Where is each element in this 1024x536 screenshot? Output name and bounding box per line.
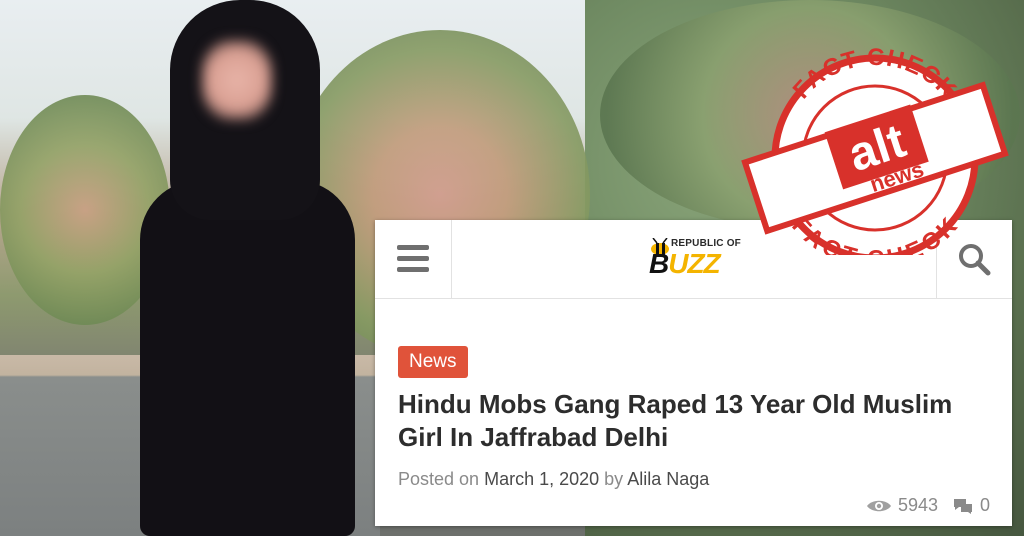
article-author[interactable]: Alila Naga <box>627 469 709 489</box>
hamburger-menu-icon <box>397 245 429 250</box>
view-count: 5943 <box>897 495 938 515</box>
comment-icon[interactable] <box>952 497 974 515</box>
robe <box>140 180 355 536</box>
hamburger-menu-icon <box>397 256 429 261</box>
hamburger-menu-icon <box>397 267 429 272</box>
by-prefix: by <box>604 469 624 489</box>
logo-wordmark: BUZZ <box>649 248 721 279</box>
fact-check-stamp: FACT-CHECK FACT-CHECK alt news <box>741 44 1009 255</box>
article-title[interactable]: Hindu Mobs Gang Raped 13 Year Old Muslim… <box>398 388 958 454</box>
comment-count[interactable]: 0 <box>980 495 990 516</box>
eye-icon <box>866 500 891 511</box>
menu-button[interactable] <box>375 220 452 298</box>
article-card: REPUBLIC OF BUZZ News Hindu Mobs Gang Ra… <box>375 220 1012 526</box>
person-figure <box>140 0 355 536</box>
posted-prefix: Posted on <box>398 469 480 489</box>
article-meta: Posted on March 1, 2020 by Alila Naga <box>398 469 709 490</box>
article-stats: 5943 0 <box>866 495 990 516</box>
article-date[interactable]: March 1, 2020 <box>484 469 599 489</box>
blurred-face <box>202 40 272 120</box>
site-logo[interactable]: REPUBLIC OF BUZZ <box>647 238 747 282</box>
category-badge[interactable]: News <box>398 346 468 378</box>
